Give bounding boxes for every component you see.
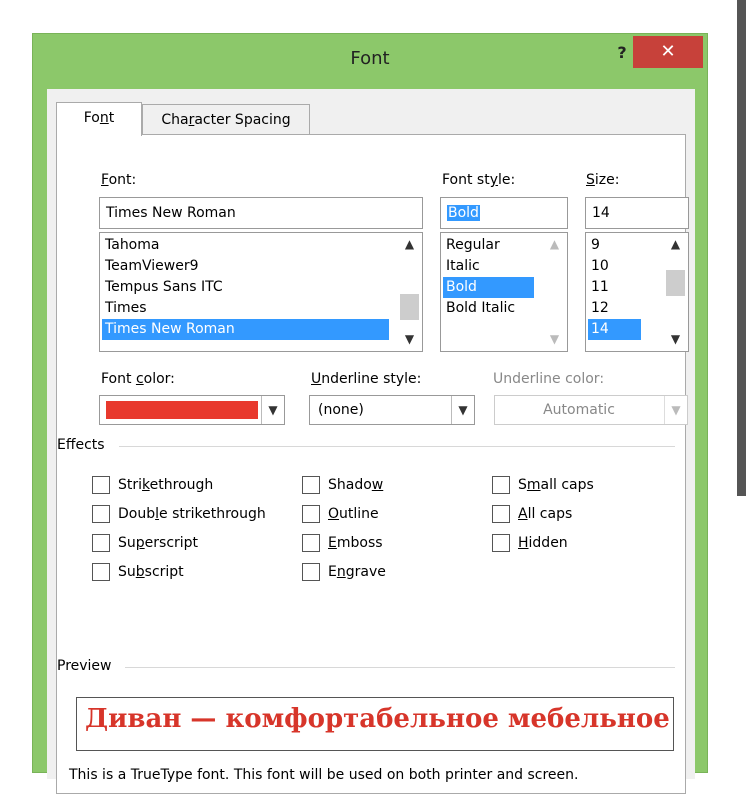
size-list-scrollbar[interactable]: ▲ ▼ [664, 234, 687, 350]
tab-font[interactable]: Font [56, 102, 142, 136]
tab-font-accel: n [99, 110, 109, 126]
underline-color-dropdown[interactable]: Automatic ▼ [494, 395, 688, 425]
font-info-note: This is a TrueType font. This font will … [69, 767, 579, 783]
chevron-down-icon[interactable]: ▼ [664, 396, 687, 424]
checkbox-box[interactable] [492, 505, 510, 523]
size-list-item[interactable]: 11 [588, 277, 609, 298]
effects-divider [119, 446, 675, 447]
tab-character-spacing[interactable]: Character Spacing [142, 104, 310, 134]
font-style-label: Font style: [442, 172, 516, 188]
preview-box: Диван — комфортабельное мебельное из [76, 697, 674, 751]
preview-label: Preview [57, 658, 118, 674]
scroll-up-arrow-icon[interactable]: ▲ [543, 234, 566, 255]
tab-font-label-pre: Fo [83, 110, 100, 126]
tab-font-label-post: t [108, 110, 115, 126]
size-list-item-selected[interactable]: 14 [588, 319, 641, 340]
underline-color-label: Underline color: [493, 371, 605, 387]
checkbox-box[interactable] [302, 505, 320, 523]
font-label: Font: [101, 172, 137, 188]
font-color-swatch [106, 401, 258, 419]
style-list-item[interactable]: Bold Italic [443, 298, 515, 319]
style-list-scrollbar[interactable]: ▲ ▼ [543, 234, 566, 350]
font-list-item-selected[interactable]: Times New Roman [102, 319, 389, 340]
scroll-thumb[interactable] [400, 294, 419, 320]
tab-spacing-label-pre: Cha [161, 112, 189, 128]
size-list-item[interactable]: 9 [588, 235, 600, 256]
checkbox-box[interactable] [492, 534, 510, 552]
chevron-down-icon[interactable]: ▼ [451, 396, 474, 424]
title-bar: Font ? ✕ [33, 34, 707, 89]
preview-sample-text: Диван — комфортабельное мебельное из [85, 704, 674, 734]
size-label: Size: [586, 172, 620, 188]
underline-color-value: Automatic [543, 402, 615, 418]
style-list-item-selected[interactable]: Bold [443, 277, 534, 298]
size-list[interactable]: 9 10 11 12 14 ▲ ▼ [585, 232, 689, 352]
font-name-list[interactable]: Tahoma TeamViewer9 Tempus Sans ITC Times… [99, 232, 423, 352]
preview-divider [125, 667, 675, 668]
underline-style-dropdown[interactable]: (none) ▼ [309, 395, 475, 425]
background-scrollbar [737, 0, 746, 496]
underline-style-value: (none) [318, 402, 364, 418]
checkbox-box[interactable] [492, 476, 510, 494]
font-tab-panel: Font: Times New Roman Tahoma TeamViewer9… [56, 134, 689, 794]
font-list-item[interactable]: Tempus Sans ITC [102, 277, 223, 298]
scroll-thumb[interactable] [666, 270, 685, 296]
font-style-list[interactable]: Regular Italic Bold Bold Italic ▲ ▼ [440, 232, 568, 352]
font-list-item[interactable]: Tahoma [102, 235, 159, 256]
scroll-up-arrow-icon[interactable]: ▲ [664, 234, 687, 255]
scroll-down-arrow-icon[interactable]: ▼ [543, 329, 566, 350]
scroll-down-arrow-icon[interactable]: ▼ [398, 329, 421, 350]
font-dialog: Font ? ✕ Font Character Spacing Font: Ti… [32, 33, 708, 794]
checkbox-box[interactable] [302, 563, 320, 581]
font-list-scrollbar[interactable]: ▲ ▼ [398, 234, 421, 350]
font-list-item[interactable]: Times [102, 298, 147, 319]
font-color-dropdown[interactable]: ▼ [99, 395, 285, 425]
underline-style-label: Underline style: [311, 371, 422, 387]
style-list-item[interactable]: Italic [443, 256, 480, 277]
font-list-item[interactable]: TeamViewer9 [102, 256, 199, 277]
font-name-input[interactable]: Times New Roman [99, 197, 423, 229]
tab-spacing-label-post: acter Spacing [194, 112, 291, 128]
checkbox-box[interactable] [302, 534, 320, 552]
size-list-item[interactable]: 12 [588, 298, 609, 319]
size-list-item[interactable]: 10 [588, 256, 609, 277]
dialog-title: Font [350, 48, 390, 69]
scroll-down-arrow-icon[interactable]: ▼ [664, 329, 687, 350]
checkbox-box[interactable] [92, 505, 110, 523]
effects-label: Effects [57, 437, 111, 453]
scroll-up-arrow-icon[interactable]: ▲ [398, 234, 421, 255]
checkbox-box[interactable] [92, 476, 110, 494]
chevron-down-icon[interactable]: ▼ [261, 396, 284, 424]
size-input[interactable]: 14 [585, 197, 689, 229]
checkbox-box[interactable] [92, 563, 110, 581]
close-button[interactable]: ✕ [633, 36, 703, 68]
font-style-input[interactable]: Bold [440, 197, 568, 229]
checkbox-box[interactable] [302, 476, 320, 494]
font-color-label: Font color: [101, 371, 175, 387]
style-list-item[interactable]: Regular [443, 235, 500, 256]
checkbox-box[interactable] [92, 534, 110, 552]
dialog-body: Font Character Spacing Font: Times New R… [47, 89, 695, 794]
